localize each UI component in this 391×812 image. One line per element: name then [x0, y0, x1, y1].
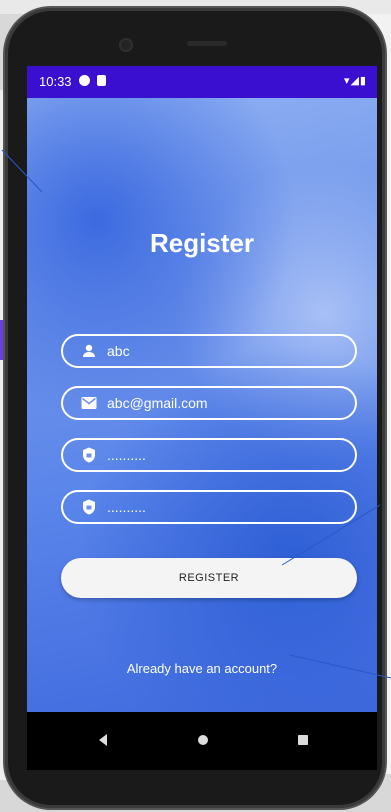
status-indicators: ▾◢▮: [343, 75, 367, 87]
front-camera-icon: [119, 38, 133, 52]
login-link[interactable]: Already have an account?: [27, 661, 377, 676]
status-time: 10:33: [39, 74, 72, 89]
register-button[interactable]: REGISTER: [61, 558, 357, 598]
person-icon: [81, 343, 97, 359]
recent-apps-icon[interactable]: [298, 735, 308, 745]
back-icon[interactable]: [99, 734, 107, 746]
android-nav-bar: [27, 712, 377, 770]
email-input[interactable]: [107, 395, 327, 411]
register-screen: Register abc abc@gmail.com .......... ..…: [27, 98, 377, 712]
confirm-password-input[interactable]: [107, 499, 327, 515]
page-title: Register: [149, 228, 255, 258]
phone-screen: 10:33 ▾◢▮ Register abc abc@gmail.com ...…: [27, 66, 377, 770]
status-notification-icon: [79, 75, 90, 86]
mail-icon: [81, 395, 97, 411]
username-field[interactable]: [61, 334, 357, 368]
email-field[interactable]: [61, 386, 357, 420]
confirm-password-field[interactable]: [61, 490, 357, 524]
password-field[interactable]: [61, 438, 357, 472]
username-input[interactable]: [107, 343, 327, 359]
shield-icon: [81, 447, 97, 463]
earpiece-speaker: [187, 41, 227, 46]
shield-icon: [81, 499, 97, 515]
status-bar: 10:33 ▾◢▮: [27, 66, 377, 98]
password-input[interactable]: [107, 447, 327, 463]
status-lock-icon: [97, 75, 106, 86]
home-icon[interactable]: [198, 735, 208, 745]
phone-frame: 10:33 ▾◢▮ Register abc abc@gmail.com ...…: [5, 8, 385, 808]
